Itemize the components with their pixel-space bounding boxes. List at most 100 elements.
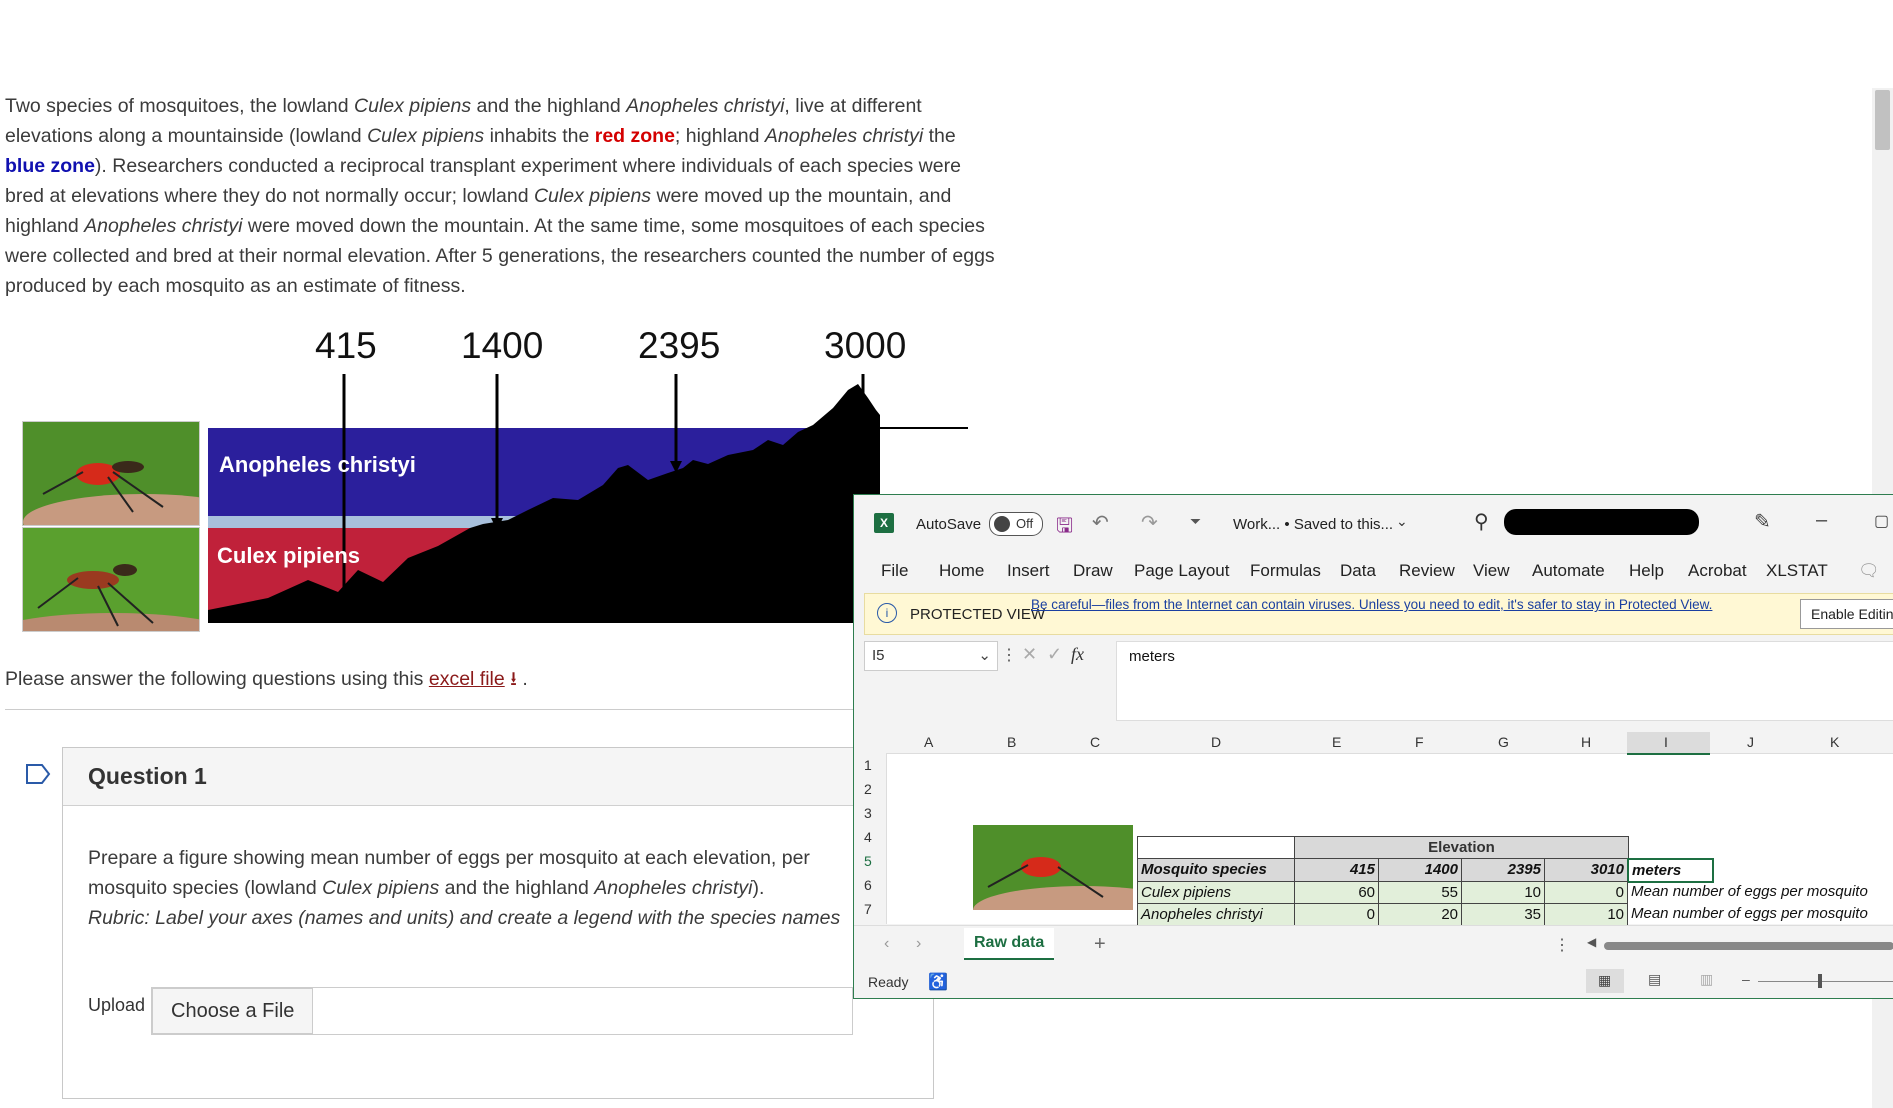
add-sheet-icon[interactable]: + (1094, 933, 1106, 956)
autosave-toggle[interactable]: Off (989, 512, 1043, 536)
elev-cell-3010[interactable]: 3010 (1544, 858, 1628, 882)
elevation-label-3000: 3000 (824, 325, 907, 366)
row-header-2[interactable]: 2 (864, 781, 872, 797)
choose-file-button[interactable]: Choose a File (152, 988, 314, 1034)
elevation-header-cell[interactable]: Elevation (1294, 836, 1629, 860)
col-header-g[interactable]: G (1498, 734, 1509, 750)
page-break-view-icon[interactable]: ▥ (1700, 971, 1713, 988)
sheet-tab-raw-data[interactable]: Raw data (964, 928, 1055, 960)
upload-label: Upload (88, 995, 146, 1015)
col-header-a[interactable]: A (924, 734, 933, 750)
col-header-f[interactable]: F (1415, 734, 1424, 750)
page-layout-view-icon[interactable]: ▤ (1648, 971, 1661, 988)
row-header-1[interactable]: 1 (864, 757, 872, 773)
insert-function-icon[interactable]: fx (1071, 644, 1084, 665)
scrollbar-thumb[interactable] (1875, 90, 1890, 150)
row-header-4[interactable]: 4 (864, 829, 872, 845)
chevron-down-icon[interactable]: ⌄ (1396, 513, 1408, 530)
normal-view-icon[interactable]: ▦ (1586, 969, 1624, 993)
rubric-text: Rubric: Label your axes (names and units… (88, 907, 841, 929)
menu-help[interactable]: Help (1629, 561, 1664, 581)
value-cell[interactable]: 0 (1294, 903, 1379, 926)
col-header-c[interactable]: C (1090, 734, 1100, 750)
row-header-7[interactable]: 7 (864, 901, 872, 917)
more-options-icon[interactable]: ⋮ (1001, 645, 1017, 665)
redo-icon[interactable]: ↷ (1141, 510, 1158, 535)
pen-icon[interactable]: ✎ (1754, 509, 1771, 534)
elevation-label-415: 415 (315, 325, 377, 366)
value-cell[interactable]: 10 (1461, 881, 1545, 904)
autosave-label: AutoSave (916, 516, 982, 533)
cancel-icon[interactable]: ✕ (1022, 644, 1037, 665)
menu-review[interactable]: Review (1399, 561, 1455, 581)
value-cell[interactable]: 35 (1461, 903, 1545, 926)
value-cell[interactable]: 20 (1378, 903, 1462, 926)
name-box[interactable]: I5 ⌄ (864, 641, 998, 671)
row-header-6[interactable]: 6 (864, 877, 872, 893)
menu-automate[interactable]: Automate (1532, 561, 1605, 581)
col-header-h[interactable]: H (1581, 734, 1591, 750)
document-title[interactable]: Work... • Saved to this... (1233, 516, 1393, 533)
menu-xlstat[interactable]: XLSTAT (1766, 561, 1828, 581)
sheet-mosquito-photo[interactable] (973, 825, 1133, 910)
menu-home[interactable]: Home (939, 561, 984, 581)
excel-logo-icon: X (874, 513, 894, 533)
species-cell-culex[interactable]: Culex pipiens (1137, 881, 1297, 904)
customize-toolbar-icon[interactable]: ⏷ (1190, 513, 1201, 530)
menu-page-layout[interactable]: Page Layout (1134, 561, 1229, 581)
enable-editing-button[interactable]: Enable Editin (1800, 599, 1893, 629)
protected-view-bar: i PROTECTED VIEW Be careful—files from t… (864, 593, 1893, 635)
zone-label-culex: Culex pipiens (217, 543, 361, 568)
elev-cell-2395[interactable]: 2395 (1461, 858, 1545, 882)
menu-draw[interactable]: Draw (1073, 561, 1113, 581)
menu-data[interactable]: Data (1340, 561, 1376, 581)
species-header-cell[interactable]: Mosquito species (1137, 858, 1297, 882)
elev-cell-1400[interactable]: 1400 (1378, 858, 1462, 882)
excel-file-link[interactable]: excel file (429, 668, 505, 690)
zoom-out-icon[interactable]: – (1742, 971, 1750, 987)
search-icon[interactable]: ⚲ (1474, 509, 1489, 534)
flag-question-icon[interactable] (25, 762, 51, 786)
value-cell[interactable]: 0 (1544, 881, 1628, 904)
formula-input[interactable]: meters (1116, 641, 1893, 721)
menu-insert[interactable]: Insert (1007, 561, 1050, 581)
note-cell[interactable]: Mean number of eggs per mosquito (1627, 903, 1893, 924)
col-header-d[interactable]: D (1211, 734, 1221, 750)
comments-icon[interactable]: 🗨 (1858, 561, 1880, 581)
elev-cell-415[interactable]: 415 (1294, 858, 1379, 882)
value-cell[interactable]: 55 (1378, 881, 1462, 904)
col-header-k[interactable]: K (1830, 734, 1839, 750)
minimize-icon[interactable]: – (1816, 509, 1827, 532)
col-header-i[interactable]: I (1664, 734, 1668, 750)
value-cell[interactable]: 10 (1544, 903, 1628, 926)
row-header-5[interactable]: 5 (864, 853, 872, 869)
col-header-j[interactable]: J (1747, 734, 1754, 750)
row-header-3[interactable]: 3 (864, 805, 872, 821)
protected-view-message[interactable]: Be careful—files from the Internet can c… (1031, 596, 1751, 614)
unit-cell-selected[interactable]: meters (1627, 858, 1714, 883)
maximize-icon[interactable]: ▢ (1874, 511, 1889, 531)
zoom-slider[interactable] (1758, 974, 1893, 988)
upload-field[interactable]: Choose a File (151, 987, 853, 1035)
menu-formulas[interactable]: Formulas (1250, 561, 1321, 581)
next-sheet-icon[interactable]: › (916, 935, 921, 953)
accessibility-icon[interactable]: ♿ (928, 972, 948, 992)
download-icon[interactable]: ⭳ (510, 668, 517, 690)
red-zone-text: red zone (594, 125, 675, 147)
menu-view[interactable]: View (1473, 561, 1510, 581)
value-cell[interactable]: 60 (1294, 881, 1379, 904)
horizontal-scrollbar[interactable] (1604, 942, 1893, 950)
menu-file[interactable]: File (881, 561, 908, 581)
status-text: Ready (868, 974, 909, 990)
menu-acrobat[interactable]: Acrobat (1688, 561, 1747, 581)
scroll-left-icon[interactable]: ◀ (1587, 935, 1596, 949)
col-header-b[interactable]: B (1007, 734, 1016, 750)
col-header-e[interactable]: E (1332, 734, 1341, 750)
species-cell-anopheles[interactable]: Anopheles christyi (1137, 903, 1297, 926)
save-icon[interactable]: 🖫 (1056, 511, 1073, 545)
note-cell[interactable]: Mean number of eggs per mosquito (1627, 881, 1893, 902)
enter-icon[interactable]: ✓ (1047, 644, 1062, 665)
prev-sheet-icon[interactable]: ‹ (884, 935, 889, 953)
undo-icon[interactable]: ↶ (1092, 510, 1109, 535)
more-options-icon[interactable]: ⋮ (1554, 935, 1570, 955)
